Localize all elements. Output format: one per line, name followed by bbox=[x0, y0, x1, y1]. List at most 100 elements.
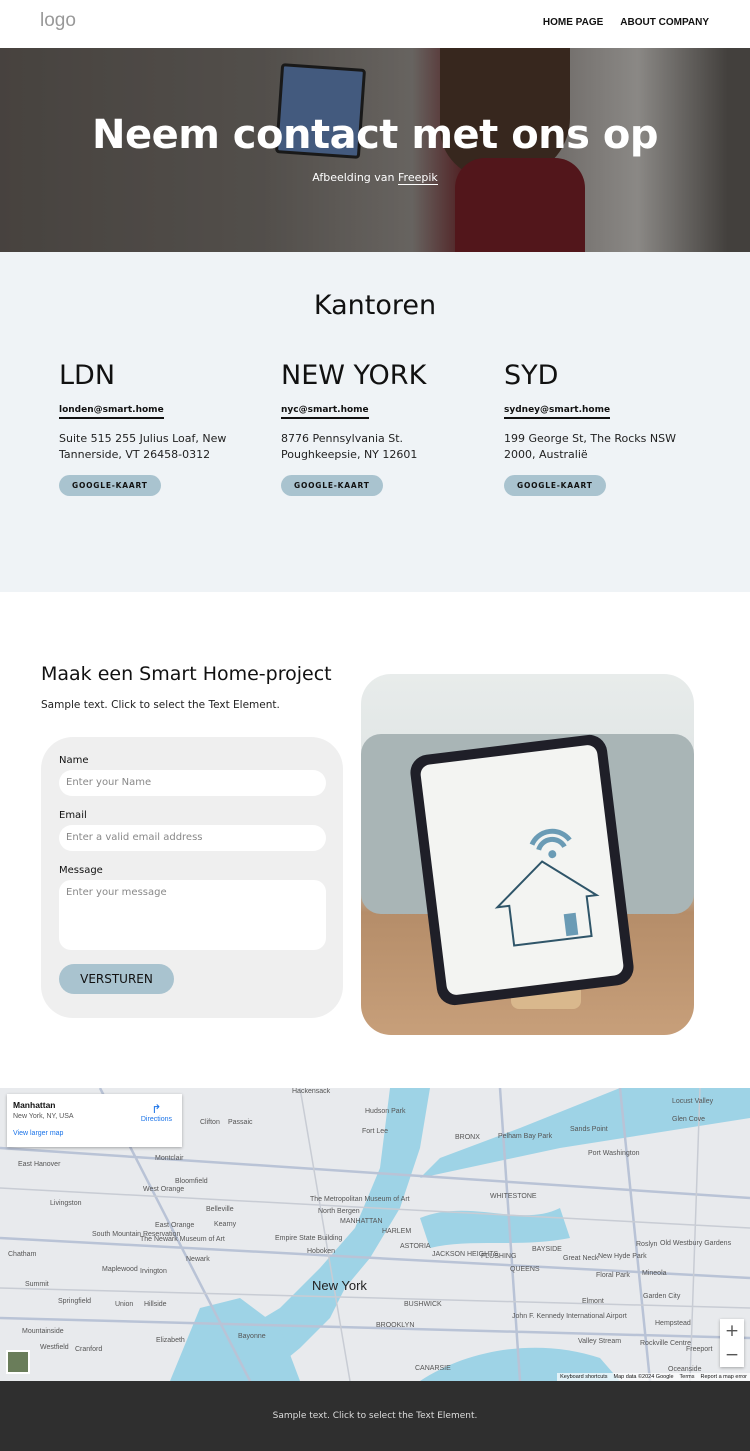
map-label: New York bbox=[312, 1278, 367, 1293]
directions-icon: ↱ bbox=[151, 1102, 162, 1116]
google-map-button[interactable]: GOOGLE-KAART bbox=[59, 475, 161, 496]
map-label: Elizabeth bbox=[156, 1337, 185, 1344]
name-input[interactable]: Enter your Name bbox=[59, 770, 326, 796]
google-map-button[interactable]: GOOGLE-KAART bbox=[281, 475, 383, 496]
map-label: Oceanside bbox=[668, 1366, 702, 1373]
map-label: Mineola bbox=[642, 1270, 667, 1277]
nav-home-page[interactable]: HOME PAGE bbox=[543, 17, 603, 28]
map-label: Valley Stream bbox=[578, 1338, 622, 1345]
map-label: The Newark Museum of Art bbox=[140, 1236, 225, 1243]
map-label: East Orange bbox=[155, 1222, 195, 1229]
map-label: BRONX bbox=[455, 1134, 480, 1141]
map-label: Hackensack bbox=[292, 1088, 331, 1095]
map-label: Freeport bbox=[686, 1346, 713, 1353]
map-label: Locust Valley bbox=[672, 1098, 714, 1105]
map-attribution: Keyboard shortcuts Map data ©2024 Google… bbox=[557, 1373, 750, 1381]
map-label: Garden City bbox=[643, 1293, 681, 1300]
map-label: East Hanover bbox=[18, 1161, 61, 1168]
nav-about-company[interactable]: ABOUT COMPANY bbox=[620, 17, 709, 28]
smart-home-icon bbox=[494, 828, 600, 947]
office-email[interactable]: sydney@smart.home bbox=[504, 405, 611, 419]
office-city: NEW YORK bbox=[281, 360, 427, 391]
office-city: LDN bbox=[59, 360, 116, 391]
map-label: QUEENS bbox=[510, 1266, 540, 1273]
satellite-toggle[interactable] bbox=[6, 1350, 30, 1374]
directions-button[interactable]: ↱ Directions bbox=[141, 1102, 172, 1123]
email-input[interactable]: Enter a valid email address bbox=[59, 825, 326, 851]
map-label: Cranford bbox=[75, 1346, 103, 1353]
google-map-button[interactable]: GOOGLE-KAART bbox=[504, 475, 606, 496]
map-label: BROOKLYN bbox=[376, 1322, 415, 1329]
map-label: Springfield bbox=[58, 1298, 92, 1305]
office-address: 199 George St, The Rocks NSW 2000, Austr… bbox=[504, 432, 676, 461]
map-label: West Orange bbox=[143, 1186, 185, 1193]
office-email[interactable]: nyc@smart.home bbox=[281, 405, 369, 419]
office-ldn: LDN londen@smart.home Suite 515 255 Juli… bbox=[59, 360, 259, 496]
map-label: Fort Lee bbox=[362, 1128, 389, 1135]
freepik-link[interactable]: Freepik bbox=[398, 171, 438, 185]
name-label: Name bbox=[59, 755, 89, 766]
footer: Sample text. Click to select the Text El… bbox=[0, 1381, 750, 1451]
zoom-out-button[interactable]: − bbox=[720, 1343, 744, 1367]
map-label: John F. Kennedy International Airport bbox=[512, 1313, 627, 1320]
map-label: Sands Point bbox=[570, 1126, 608, 1133]
map-label: Hempstead bbox=[655, 1320, 691, 1327]
map-label: Empire State Building bbox=[275, 1235, 343, 1242]
google-map[interactable]: Hackensack Hudson Park Fort Lee Pelham Bay … bbox=[0, 1088, 750, 1381]
map-label: Glen Cove bbox=[672, 1116, 706, 1123]
map-label: WHITESTONE bbox=[490, 1193, 537, 1200]
office-new-york: NEW YORK nyc@smart.home 8776 Pennsylvani… bbox=[281, 360, 481, 496]
map-label: Kearny bbox=[214, 1221, 237, 1228]
map-label: The Metropolitan Museum of Art bbox=[310, 1196, 410, 1203]
map-label: Maplewood bbox=[102, 1266, 138, 1273]
logo[interactable]: logo bbox=[40, 10, 76, 32]
map-label: Montclair bbox=[155, 1155, 184, 1162]
office-city: SYD bbox=[504, 360, 559, 391]
keyboard-shortcuts-link[interactable]: Keyboard shortcuts bbox=[560, 1374, 607, 1380]
email-label: Email bbox=[59, 810, 87, 821]
contact-form: Name Enter your Name Email Enter a valid… bbox=[41, 737, 343, 1018]
map-label: Union bbox=[115, 1301, 134, 1308]
map-label: Pelham Bay Park bbox=[498, 1133, 553, 1140]
report-error-link[interactable]: Report a map error bbox=[701, 1374, 747, 1380]
map-label: North Bergen bbox=[318, 1208, 360, 1215]
image-credit: Afbeelding van Freepik bbox=[312, 171, 438, 185]
project-text: Sample text. Click to select the Text El… bbox=[41, 699, 280, 711]
map-label: Roslyn bbox=[636, 1241, 658, 1248]
map-label: ASTORIA bbox=[400, 1243, 431, 1250]
map-zoom-controls: + − bbox=[720, 1319, 744, 1367]
terms-link[interactable]: Terms bbox=[680, 1374, 695, 1380]
project-title: Maak een Smart Home-project bbox=[41, 663, 332, 685]
map-label: Elmont bbox=[582, 1298, 604, 1305]
office-email[interactable]: londen@smart.home bbox=[59, 405, 164, 419]
map-label: Bayonne bbox=[238, 1333, 266, 1340]
offices-title: Kantoren bbox=[313, 290, 437, 321]
submit-button[interactable]: VERSTUREN bbox=[59, 964, 174, 994]
footer-text: Sample text. Click to select the Text El… bbox=[272, 1411, 478, 1421]
map-label: Newark bbox=[186, 1256, 210, 1263]
message-textarea[interactable]: Enter your message bbox=[59, 880, 326, 950]
view-larger-map-link[interactable]: View larger map bbox=[13, 1130, 176, 1137]
map-label: BAYSIDE bbox=[532, 1246, 562, 1253]
header: logo HOME PAGE ABOUT COMPANY bbox=[0, 0, 750, 48]
map-label: Hudson Park bbox=[365, 1108, 406, 1115]
message-label: Message bbox=[59, 865, 103, 876]
map-label: CANARSIE bbox=[415, 1365, 451, 1372]
map-label: Bloomfield bbox=[175, 1178, 208, 1185]
map-label: Hoboken bbox=[307, 1248, 336, 1255]
map-label: Rockville Centre bbox=[640, 1340, 691, 1347]
map-label: Port Washington bbox=[588, 1150, 640, 1157]
map-label: Old Westbury Gardens bbox=[660, 1240, 732, 1247]
nav: HOME PAGE ABOUT COMPANY bbox=[543, 17, 709, 28]
map-label: Hillside bbox=[144, 1301, 167, 1308]
map-info-card: Manhattan New York, NY, USA View larger … bbox=[7, 1094, 182, 1147]
map-label: Passaic bbox=[228, 1119, 253, 1126]
map-label: New Hyde Park bbox=[598, 1253, 647, 1260]
map-label: BUSHWICK bbox=[404, 1301, 442, 1308]
map-label: Belleville bbox=[206, 1206, 234, 1213]
hero-title: Neem contact met ons op bbox=[91, 112, 659, 158]
zoom-in-button[interactable]: + bbox=[720, 1319, 744, 1343]
map-label: Mountainside bbox=[22, 1328, 64, 1335]
map-label: Clifton bbox=[200, 1119, 220, 1126]
hero-banner: Neem contact met ons op Afbeelding van F… bbox=[0, 48, 750, 252]
